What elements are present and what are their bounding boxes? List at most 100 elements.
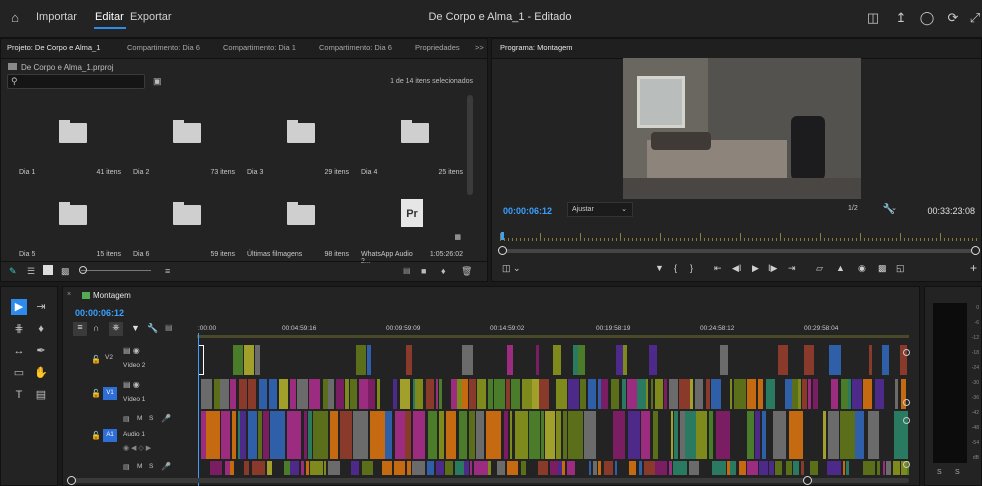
track-scroll-handle[interactable] <box>903 461 910 468</box>
clip[interactable] <box>455 461 464 475</box>
close-icon[interactable]: × <box>67 291 71 298</box>
add-marker-icon[interactable]: ▼ <box>655 263 664 273</box>
scroll-handle-right[interactable] <box>971 246 980 255</box>
zoom-slider[interactable] <box>81 270 151 271</box>
clip[interactable] <box>813 379 818 409</box>
add-button-icon[interactable]: + <box>970 261 977 275</box>
program-playhead[interactable] <box>501 232 504 240</box>
clip[interactable] <box>747 461 758 475</box>
clip[interactable] <box>789 411 803 459</box>
clip[interactable] <box>538 461 548 475</box>
clip[interactable] <box>848 379 851 409</box>
clip[interactable] <box>240 411 246 459</box>
clip[interactable] <box>351 461 359 475</box>
clip[interactable] <box>532 379 539 409</box>
captions-icon[interactable]: ▤ <box>165 323 173 332</box>
zoom-scrollbar[interactable] <box>498 246 980 255</box>
scroll-handle-left[interactable] <box>498 246 507 255</box>
work-area-bar[interactable] <box>197 335 909 338</box>
step-back-icon[interactable]: ◀I <box>732 263 741 274</box>
clip[interactable] <box>232 411 236 459</box>
clip[interactable] <box>730 461 736 475</box>
clip[interactable] <box>394 461 405 475</box>
clip[interactable] <box>669 461 672 475</box>
clip[interactable] <box>345 379 349 409</box>
delete-icon[interactable]: 🗑 <box>461 266 472 277</box>
timeline-playhead[interactable] <box>198 333 199 486</box>
clip[interactable] <box>310 461 323 475</box>
clip[interactable] <box>843 461 845 475</box>
clip[interactable] <box>462 379 468 409</box>
clip[interactable] <box>536 345 539 375</box>
clip[interactable] <box>829 345 841 375</box>
share-icon[interactable]: ↥ <box>892 9 910 27</box>
track-target-badge[interactable]: A1 <box>103 429 117 442</box>
sync-lock-icon[interactable]: ▤ ◉ <box>123 380 140 389</box>
clip[interactable] <box>445 461 453 475</box>
clip[interactable] <box>689 461 699 475</box>
clip[interactable] <box>367 345 371 375</box>
bin-dia-5[interactable]: Dia 5 15 itens <box>15 179 125 259</box>
solo-button[interactable]: S <box>149 463 153 470</box>
search-input[interactable]: ⚲ <box>7 74 145 89</box>
clip[interactable] <box>206 411 220 459</box>
clip[interactable] <box>846 461 849 475</box>
tab-program[interactable]: Programa: Montagem <box>500 43 573 52</box>
clip[interactable] <box>382 461 392 475</box>
tab-sequence[interactable]: Montagem <box>93 291 131 300</box>
quick-export-icon[interactable]: ⟳ <box>944 9 962 27</box>
tab-properties[interactable]: Propriedades <box>415 43 460 52</box>
timeline-scrollbar[interactable] <box>67 476 909 485</box>
clip[interactable] <box>511 379 520 409</box>
clip[interactable] <box>221 411 230 459</box>
ripple-edit-tool-icon[interactable]: ⋕ <box>11 321 27 337</box>
tab-project[interactable]: Projeto: De Corpo e Alma_1 <box>7 43 100 52</box>
lane-audio-1[interactable] <box>197 411 909 459</box>
mute-button[interactable]: M <box>137 415 142 422</box>
sync-lock-icon[interactable]: ▤ <box>123 415 130 423</box>
freeform-view-icon[interactable]: ▩ <box>61 266 70 277</box>
clip[interactable] <box>446 411 456 459</box>
clip[interactable] <box>439 379 442 409</box>
settings-menu-icon[interactable]: ◫ ⌄ <box>502 263 521 274</box>
clip[interactable] <box>883 461 885 475</box>
new-bin-bottom-icon[interactable]: ■ <box>421 266 426 276</box>
clip[interactable] <box>739 461 746 475</box>
clip[interactable] <box>653 411 658 459</box>
clip[interactable] <box>244 345 254 375</box>
clip[interactable] <box>269 379 277 409</box>
camera-icon[interactable]: ◉ <box>858 263 866 274</box>
progress-icon[interactable]: ◯ <box>918 9 936 27</box>
wrench-icon[interactable]: 🔧 <box>883 204 895 215</box>
lift-icon[interactable]: ▱ <box>816 263 823 274</box>
tab-bin-dia6[interactable]: Compartimento: Dia 6 <box>127 43 200 52</box>
go-to-in-icon[interactable]: ⇤ <box>714 263 722 274</box>
bin-dia-2[interactable]: Dia 2 73 itens <box>129 97 239 177</box>
track-scroll-handle[interactable] <box>903 417 910 424</box>
clip[interactable] <box>340 411 352 459</box>
lock-icon[interactable]: 🔓 <box>91 355 101 364</box>
clip[interactable] <box>623 345 627 375</box>
clip[interactable] <box>622 379 626 409</box>
clip[interactable] <box>330 411 338 459</box>
clip[interactable] <box>568 411 583 459</box>
bin-dia-6[interactable]: Dia 6 59 itens <box>129 179 239 259</box>
clip[interactable] <box>637 379 646 409</box>
icon-view-icon[interactable] <box>43 265 53 275</box>
clip[interactable] <box>497 461 505 475</box>
clip[interactable] <box>598 461 601 475</box>
clip[interactable] <box>755 411 760 459</box>
lane-video-2[interactable] <box>197 345 909 375</box>
clip[interactable] <box>673 461 687 475</box>
lane-video-1[interactable] <box>197 379 909 409</box>
tab-overflow-button[interactable]: >> <box>475 43 484 52</box>
menu-exportar[interactable]: Exportar <box>130 11 172 23</box>
clip[interactable] <box>696 411 707 459</box>
clip[interactable] <box>377 379 380 409</box>
clip[interactable] <box>584 411 596 459</box>
clip[interactable] <box>628 411 640 459</box>
clip[interactable] <box>494 379 505 409</box>
clip[interactable] <box>220 379 229 409</box>
clip[interactable] <box>720 345 728 375</box>
mute-button[interactable]: M <box>137 463 142 470</box>
